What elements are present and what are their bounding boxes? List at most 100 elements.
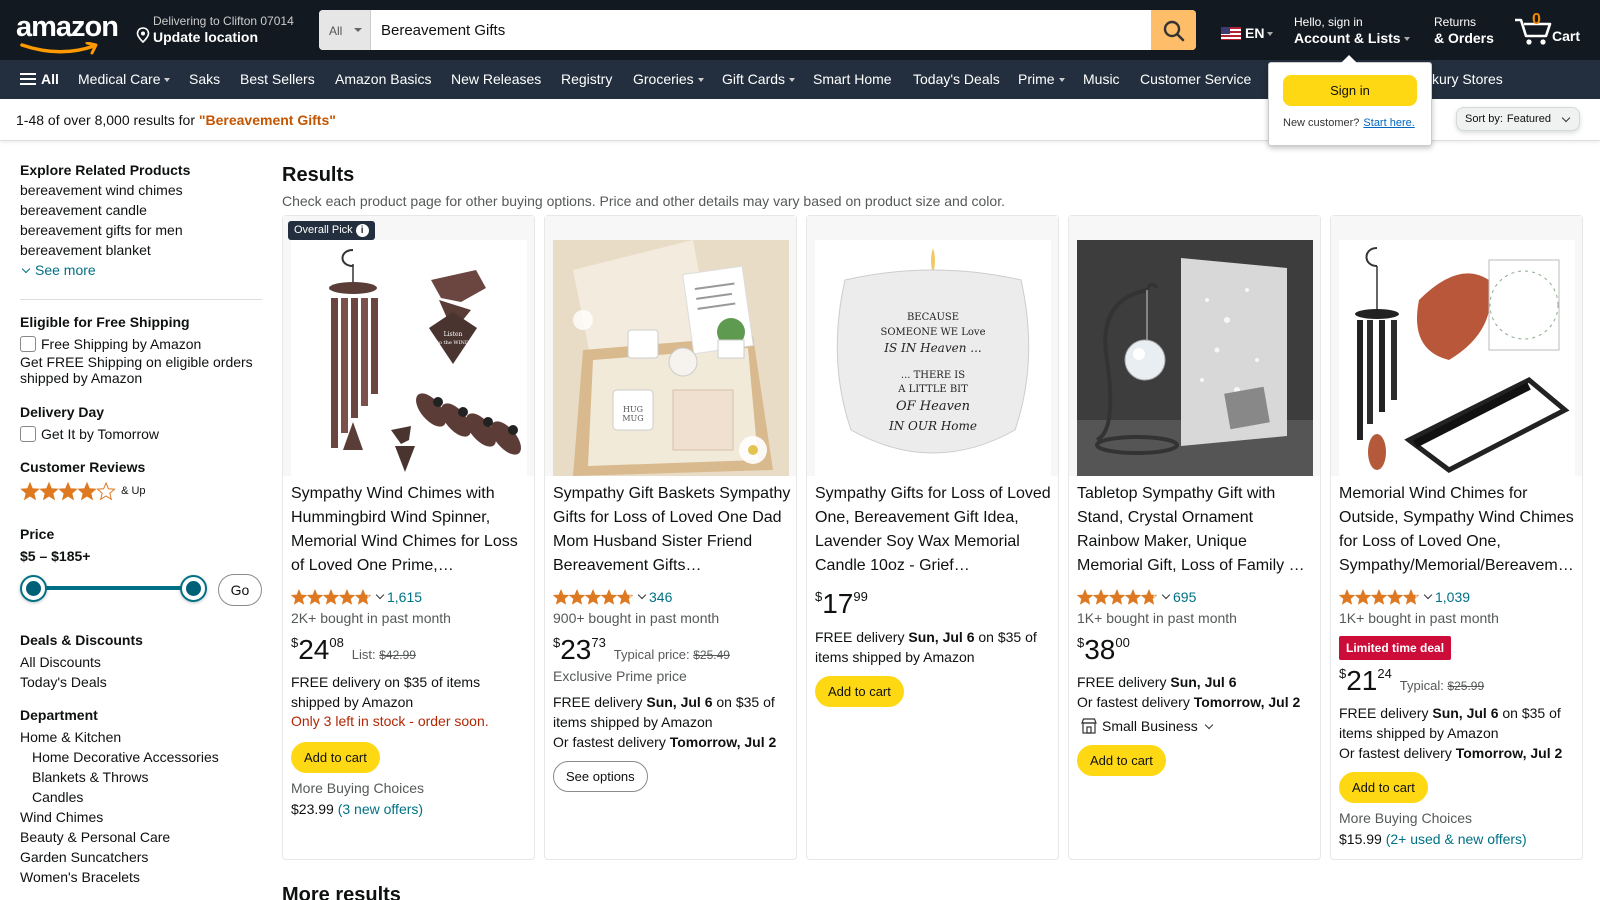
tomorrow-filter[interactable]: Get It by Tomorrow: [20, 424, 262, 444]
nav-item-registry[interactable]: Registry: [561, 71, 612, 87]
product-image[interactable]: Overall Pick i Listen to the WIND: [283, 216, 534, 476]
price-whole: 38: [1084, 634, 1116, 665]
four-stars-filter[interactable]: & Up: [20, 481, 262, 501]
product-title[interactable]: Tabletop Sympathy Gift with Stand, Cryst…: [1077, 482, 1317, 578]
department-link[interactable]: Home & Kitchen: [20, 727, 262, 747]
product-price[interactable]: $3800: [1077, 634, 1130, 666]
department-link[interactable]: Beauty & Personal Care: [20, 827, 262, 847]
chevron-down-icon[interactable]: [637, 590, 647, 600]
star-rating-icon: [21, 482, 115, 500]
chevron-down-icon: [21, 264, 31, 274]
product-rating[interactable]: 695: [1077, 588, 1196, 605]
nav-item-music[interactable]: Music: [1083, 71, 1120, 87]
search-bar: All: [319, 10, 1196, 50]
price-slider-min-handle[interactable]: [20, 575, 47, 602]
all-menu-button[interactable]: All: [20, 71, 59, 87]
checkbox[interactable]: [20, 336, 36, 352]
used-new-offers-link[interactable]: (2+ used & new offers): [1386, 831, 1527, 847]
chevron-down-icon[interactable]: [1423, 590, 1433, 600]
delivery-location[interactable]: Delivering to Clifton 07014 Update locat…: [136, 14, 294, 46]
product-rating[interactable]: 1,039: [1339, 588, 1470, 605]
product-price[interactable]: $2124 Typical: $25.99: [1339, 665, 1484, 697]
review-count[interactable]: 695: [1173, 589, 1196, 605]
delivery-date: Sun, Jul 6: [646, 694, 713, 710]
amazon-logo[interactable]: amazon: [16, 12, 120, 55]
info-icon[interactable]: i: [355, 224, 369, 237]
review-count[interactable]: 1,039: [1435, 589, 1470, 605]
department-link[interactable]: Home Decorative Accessories: [20, 747, 262, 767]
free-shipping-filter[interactable]: Free Shipping by Amazon: [20, 334, 262, 354]
price-slider-max-handle[interactable]: [180, 575, 207, 602]
nav-item-saks[interactable]: Saks: [189, 71, 220, 87]
see-more-link[interactable]: See more: [20, 262, 96, 278]
exclusive-prime-price: Exclusive Prime price: [553, 668, 687, 684]
nav-item-smart-home[interactable]: Smart Home: [813, 71, 892, 87]
department-link[interactable]: Garden Suncatchers: [20, 847, 262, 867]
search-button[interactable]: [1151, 10, 1196, 50]
nav-item-groceries[interactable]: Groceries: [633, 71, 704, 87]
price-fraction: 99: [853, 589, 868, 604]
see-options-button[interactable]: See options: [553, 761, 648, 792]
svg-text:... THERE IS: ... THERE IS: [901, 370, 965, 381]
deals-link-all-discounts[interactable]: All Discounts: [20, 652, 262, 672]
checkbox[interactable]: [20, 426, 36, 442]
product-title[interactable]: Sympathy Gift Baskets Sympathy Gifts for…: [553, 482, 793, 578]
price-whole: 17: [822, 588, 854, 619]
product-price[interactable]: $1799: [815, 588, 868, 620]
department-link[interactable]: Candles: [20, 787, 262, 807]
nav-item-new-releases[interactable]: New Releases: [451, 71, 541, 87]
add-to-cart-button[interactable]: Add to cart: [291, 742, 380, 773]
add-to-cart-button[interactable]: Add to cart: [815, 676, 904, 707]
product-price[interactable]: $2408 List: $42.99: [291, 634, 416, 666]
nav-item-medical-care[interactable]: Medical Care: [78, 71, 171, 87]
product-rating[interactable]: 346: [553, 588, 672, 605]
department-link[interactable]: Wind Chimes: [20, 807, 262, 827]
price-go-button[interactable]: Go: [218, 574, 262, 606]
product-image[interactable]: [1069, 216, 1320, 476]
price-fraction: 08: [329, 635, 344, 650]
related-link[interactable]: bereavement wind chimes: [20, 180, 262, 200]
product-image[interactable]: [1331, 216, 1582, 476]
related-link[interactable]: bereavement candle: [20, 200, 262, 220]
star-rating-icon: [291, 589, 371, 605]
account-lists-menu[interactable]: Hello, sign in Account & Lists: [1294, 15, 1410, 47]
nav-item-customer-service[interactable]: Customer Service: [1140, 71, 1251, 87]
small-business-badge[interactable]: Small Business: [1081, 716, 1213, 736]
signin-button[interactable]: Sign in: [1283, 75, 1417, 106]
new-offers-link[interactable]: (3 new offers): [338, 801, 423, 817]
nav-item-gift-cards[interactable]: Gift Cards: [722, 71, 796, 87]
department-link[interactable]: Women's Bracelets: [20, 867, 262, 887]
product-image[interactable]: HUG MUG: [545, 216, 796, 476]
search-category-dropdown[interactable]: All: [319, 10, 371, 50]
product-price[interactable]: $2373 Typical price: $25.49: [553, 634, 730, 666]
sort-by-dropdown[interactable]: Sort by: Featured: [1456, 107, 1580, 131]
related-link[interactable]: bereavement gifts for men: [20, 220, 262, 240]
star-rating-icon: [553, 589, 633, 605]
deals-link-todays-deals[interactable]: Today's Deals: [20, 672, 262, 692]
review-count[interactable]: 346: [649, 589, 672, 605]
nav-item-todays-deals[interactable]: Today's Deals: [913, 71, 1000, 87]
nav-item-prime[interactable]: Prime: [1018, 71, 1065, 87]
cart-button[interactable]: 0 Cart: [1512, 10, 1592, 50]
product-title[interactable]: Memorial Wind Chimes for Outside, Sympat…: [1339, 482, 1579, 578]
nav-item-best-sellers[interactable]: Best Sellers: [240, 71, 315, 87]
start-here-link[interactable]: Start here.: [1363, 117, 1414, 129]
product-image[interactable]: BECAUSE SOMEONE WE Love IS IN Heaven ...…: [807, 216, 1058, 476]
add-to-cart-button[interactable]: Add to cart: [1077, 745, 1166, 776]
product-title[interactable]: Sympathy Gifts for Loss of Loved One, Be…: [815, 482, 1055, 578]
divider: [20, 299, 262, 300]
product-title[interactable]: Sympathy Wind Chimes with Hummingbird Wi…: [291, 482, 531, 578]
search-input[interactable]: [371, 10, 1146, 50]
chevron-down-icon[interactable]: [375, 590, 385, 600]
language-selector[interactable]: EN: [1221, 25, 1274, 41]
delivery-info: FREE delivery Sun, Jul 6 on $35 of items…: [553, 692, 789, 732]
add-to-cart-button[interactable]: Add to cart: [1339, 772, 1428, 803]
related-link[interactable]: bereavement blanket: [20, 240, 262, 260]
nav-item-amazon-basics[interactable]: Amazon Basics: [335, 71, 431, 87]
review-count[interactable]: 1,615: [387, 589, 422, 605]
nav-item-luxury-stores[interactable]: kury Stores: [1432, 71, 1503, 87]
department-link[interactable]: Blankets & Throws: [20, 767, 262, 787]
chevron-down-icon[interactable]: [1161, 590, 1171, 600]
returns-orders-link[interactable]: Returns & Orders: [1434, 15, 1494, 47]
product-rating[interactable]: 1,615: [291, 588, 422, 605]
